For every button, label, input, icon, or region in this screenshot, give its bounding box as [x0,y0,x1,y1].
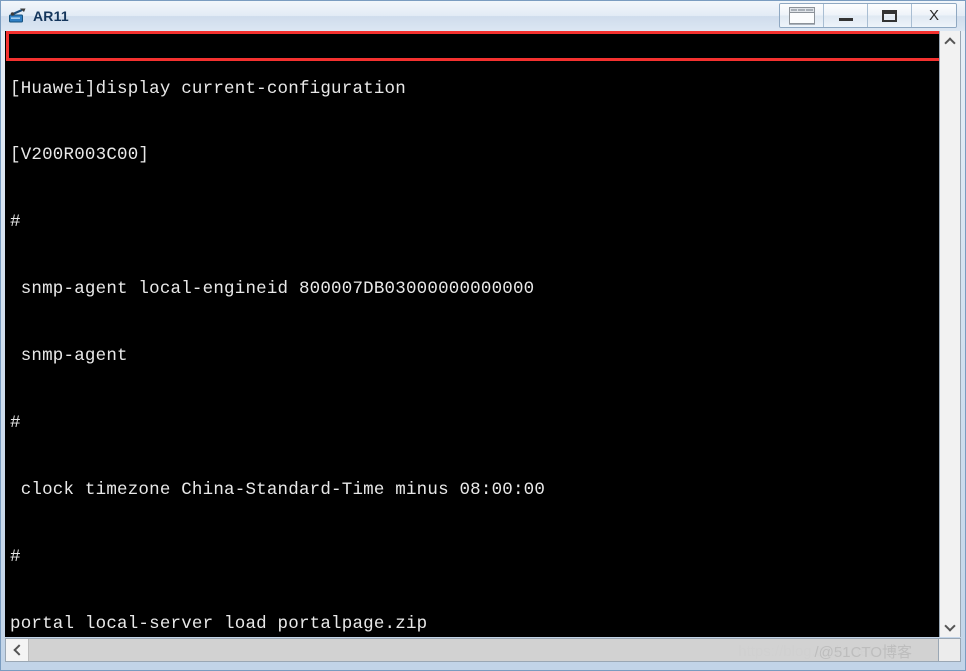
terminal-line: snmp-agent [10,346,128,367]
chevron-left-icon [12,644,25,656]
watermark-handle: /@51CTO博客 [814,643,912,661]
watermark: https://blog.csdn.net /@51CTO博客 [738,641,912,661]
terminal-area: [Huawei]display current-configuration [V… [5,31,961,637]
window-controls: X [779,3,957,28]
terminal-line: clock timezone China-Standard-Time minus… [10,479,546,500]
horizontal-scrollbar[interactable]: https://blog.csdn.net /@51CTO博客 [5,638,939,662]
terminal-text: [Huawei]display current-configuration [V… [6,31,716,637]
chevron-up-icon [944,36,956,49]
close-icon: X [928,7,939,24]
terminal-line: # [10,546,21,567]
scrollbar-corner [939,638,961,662]
maximize-button[interactable] [868,4,912,27]
terminal-line: # [10,212,21,233]
title-bar[interactable]: AR11 X [1,1,965,31]
window-bottom-padding [1,662,965,670]
window-list-button[interactable] [780,4,824,27]
terminal-window: AR11 X [Huawei]display current-configura… [0,0,966,671]
scroll-down-button[interactable] [940,617,960,637]
router-icon [7,5,29,27]
terminal-line: [Huawei]display current-configuration [10,78,406,99]
minimize-button[interactable] [824,4,868,27]
horizontal-scrollbar-row: https://blog.csdn.net /@51CTO博客 [5,638,961,662]
terminal-line: snmp-agent local-engineid 800007DB030000… [10,279,535,300]
terminal-line: portal local-server load portalpage.zip [10,613,428,634]
terminal-output[interactable]: [Huawei]display current-configuration [V… [5,31,939,637]
watermark-url: https://blog.csdn.net [738,642,873,660]
cascade-icon [788,7,815,24]
terminal-line: # [10,413,21,434]
scroll-left-button[interactable] [6,639,29,661]
terminal-line: [V200R003C00] [10,145,150,166]
window-title: AR11 [33,8,69,24]
minimize-icon [838,18,853,21]
maximize-icon [882,9,897,22]
close-button[interactable]: X [912,4,956,27]
vertical-scrollbar[interactable] [939,31,961,637]
scroll-up-button[interactable] [940,31,960,51]
chevron-down-icon [944,619,956,632]
